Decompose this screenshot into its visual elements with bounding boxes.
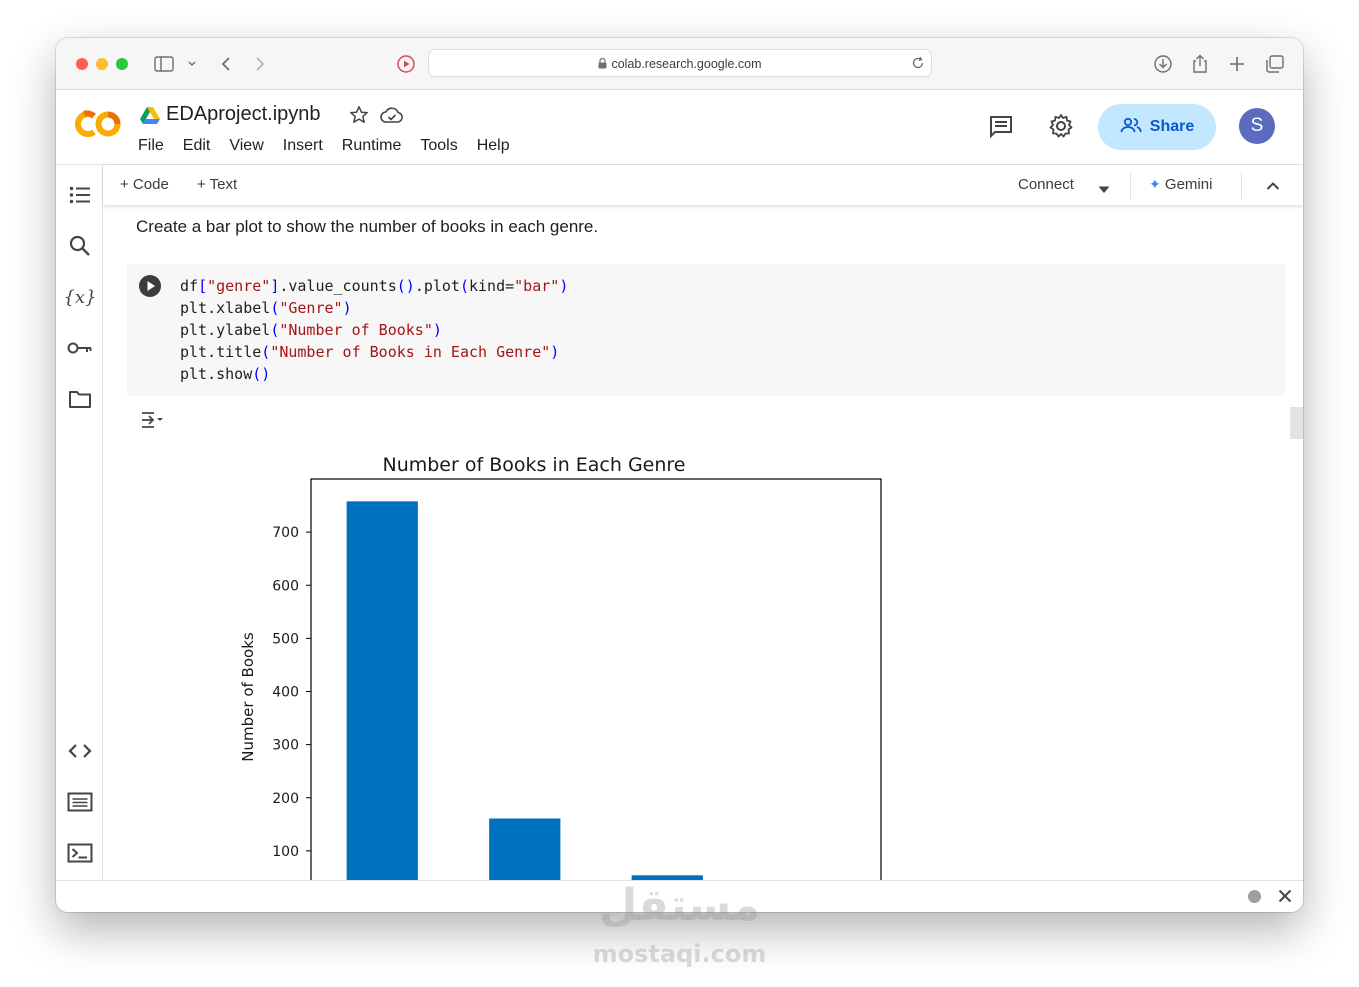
zoom-window-button[interactable] [116,58,128,70]
browser-window: colab.research.google.com EDAproject.ipy… [56,38,1303,912]
left-sidebar: {x} [56,165,103,880]
terminal-icon[interactable] [66,839,94,867]
secrets-key-icon[interactable] [66,334,94,362]
watermark-latin: mostaqi.com [592,940,767,968]
y-tick-label-100: 100 [272,844,299,860]
run-cell-button[interactable] [139,275,161,297]
cell-toolbar: + Code + Text Connect ✦ Gemini [103,165,1303,205]
gemini-button[interactable]: ✦ Gemini [1149,176,1212,193]
close-window-button[interactable] [76,58,88,70]
y-tick-label-200: 200 [272,791,299,807]
share-button[interactable]: Share [1098,104,1216,150]
y-tick-label-400: 400 [272,685,299,701]
menu-edit[interactable]: Edit [183,137,211,155]
collapse-chevron-up-icon[interactable] [1266,178,1280,196]
media-playing-icon[interactable] [394,52,418,76]
people-icon [1120,117,1142,138]
gemini-label: Gemini [1164,176,1213,193]
comments-icon[interactable] [988,114,1014,145]
menu-insert[interactable]: Insert [283,137,323,155]
markdown-cell-text[interactable]: Create a bar plot to show the number of … [136,217,598,237]
notebook-filename[interactable]: EDAproject.ipynb [166,103,321,126]
tab-overview-icon[interactable] [1263,52,1287,76]
code-snippets-icon[interactable] [66,737,94,765]
scrollbar-thumb[interactable] [1290,407,1303,439]
y-axis-label: Number of Books [239,632,257,762]
menu-help[interactable]: Help [477,137,510,155]
forward-icon[interactable] [248,52,272,76]
output-toggle-icon[interactable] [140,410,164,435]
share-label: Share [1149,118,1195,135]
menu-file[interactable]: File [138,137,164,155]
code-cell[interactable]: df["genre"].value_counts().plot(kind="ba… [127,264,1285,396]
connect-dropdown-icon[interactable] [1098,181,1110,199]
add-text-button[interactable]: + Text [197,176,237,193]
table-of-contents-icon[interactable] [66,181,94,209]
menu-view[interactable]: View [229,137,263,155]
y-tick-label-500: 500 [272,631,299,647]
star-icon[interactable] [349,105,369,130]
notebook-content: Create a bar plot to show the number of … [103,205,1303,880]
toolbar-divider [1130,173,1131,199]
cloud-saved-icon[interactable] [380,106,404,129]
y-tick-label-600: 600 [272,578,299,594]
menu-bar: File Edit View Insert Runtime Tools Help [138,137,529,155]
chevron-down-icon[interactable] [181,52,203,76]
address-bar[interactable]: colab.research.google.com [428,49,932,77]
y-tick-label-300: 300 [272,738,299,754]
chart-title: Number of Books in Each Genre [382,454,685,476]
bar-chart: Number of Books in Each Genre Number of … [239,454,882,880]
toolbar-divider-2 [1241,173,1242,199]
share-sheet-icon[interactable] [1188,52,1212,76]
settings-gear-icon[interactable] [1048,113,1074,144]
search-icon[interactable] [66,232,94,260]
minimize-window-button[interactable] [96,58,108,70]
colab-header: EDAproject.ipynb File Edit View Insert R… [56,91,1303,165]
bar-2 [489,818,561,880]
lock-icon [598,57,607,72]
user-avatar[interactable]: S [1239,108,1275,144]
code-editor[interactable]: df["genre"].value_counts().plot(kind="ba… [180,275,568,385]
bar-1 [346,501,418,880]
y-tick-label-700: 700 [272,525,299,541]
variables-icon[interactable]: {x} [63,283,96,311]
google-drive-icon [140,106,160,129]
reload-icon[interactable] [911,56,925,75]
back-icon[interactable] [214,52,238,76]
files-folder-icon[interactable] [66,385,94,413]
colab-logo[interactable] [72,109,122,144]
connect-button[interactable]: Connect [1018,176,1074,193]
new-tab-icon[interactable] [1225,52,1249,76]
sidebar-toggle-icon[interactable] [152,52,176,76]
add-code-button[interactable]: + Code [120,176,169,193]
browser-toolbar: colab.research.google.com [56,38,1303,90]
downloads-icon[interactable] [1151,52,1175,76]
menu-tools[interactable]: Tools [420,137,457,155]
command-palette-icon[interactable] [66,788,94,816]
url-label: colab.research.google.com [611,57,762,71]
url-text: colab.research.google.com [429,57,931,72]
gemini-sparkle-icon: ✦ [1149,176,1161,192]
menu-runtime[interactable]: Runtime [342,137,402,155]
watermark-arabic: مستقل [599,880,760,931]
